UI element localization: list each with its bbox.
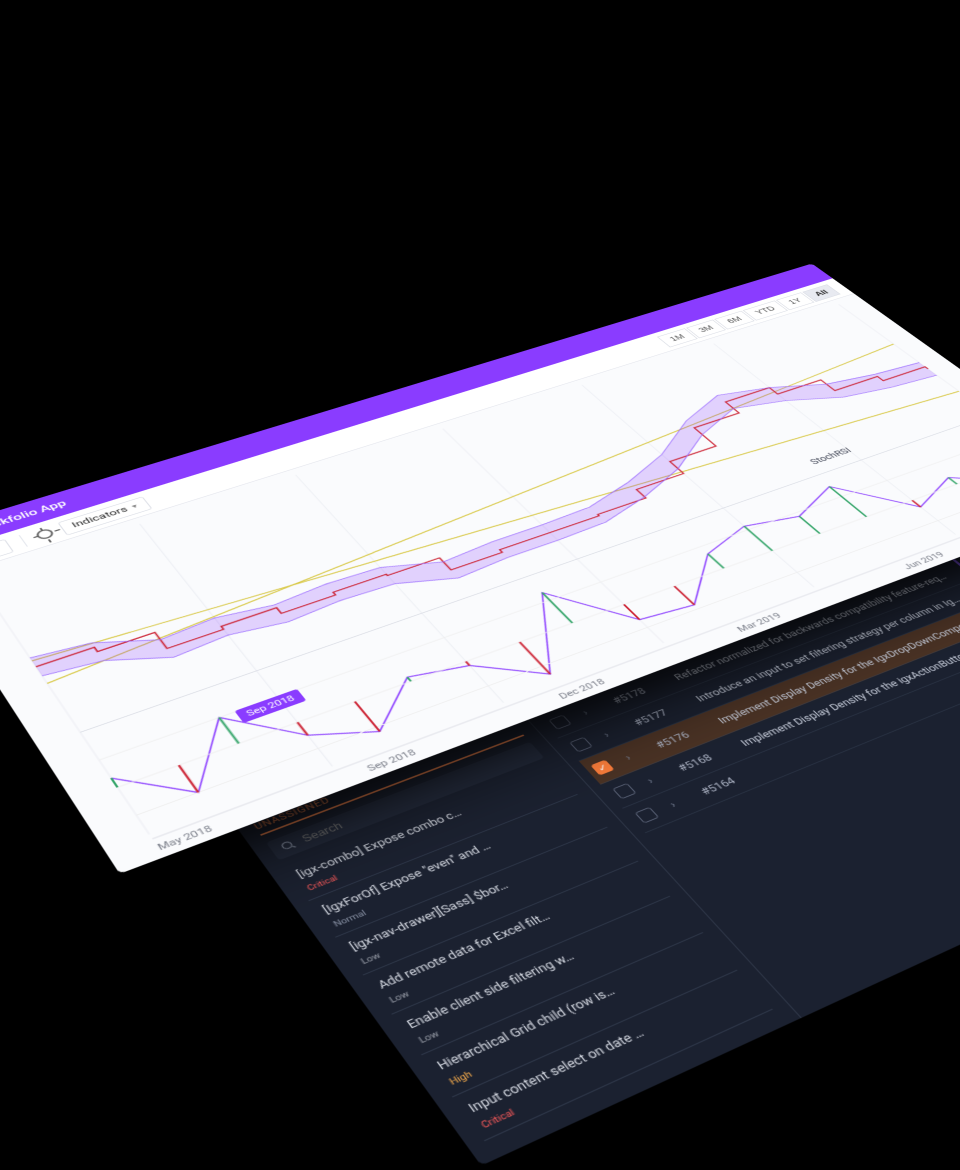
row-checkbox[interactable] — [612, 783, 637, 799]
row-checkbox[interactable] — [548, 715, 572, 730]
toolbar-separator — [19, 535, 28, 547]
row-checkbox[interactable] — [569, 737, 593, 752]
gear-icon[interactable] — [34, 528, 55, 541]
chevron-down-icon: ▾ — [130, 503, 139, 510]
search-icon — [277, 838, 298, 853]
chevron-down-icon: ▾ — [0, 546, 1, 553]
row-checkbox[interactable] — [634, 807, 659, 824]
row-checkbox[interactable] — [590, 760, 614, 776]
